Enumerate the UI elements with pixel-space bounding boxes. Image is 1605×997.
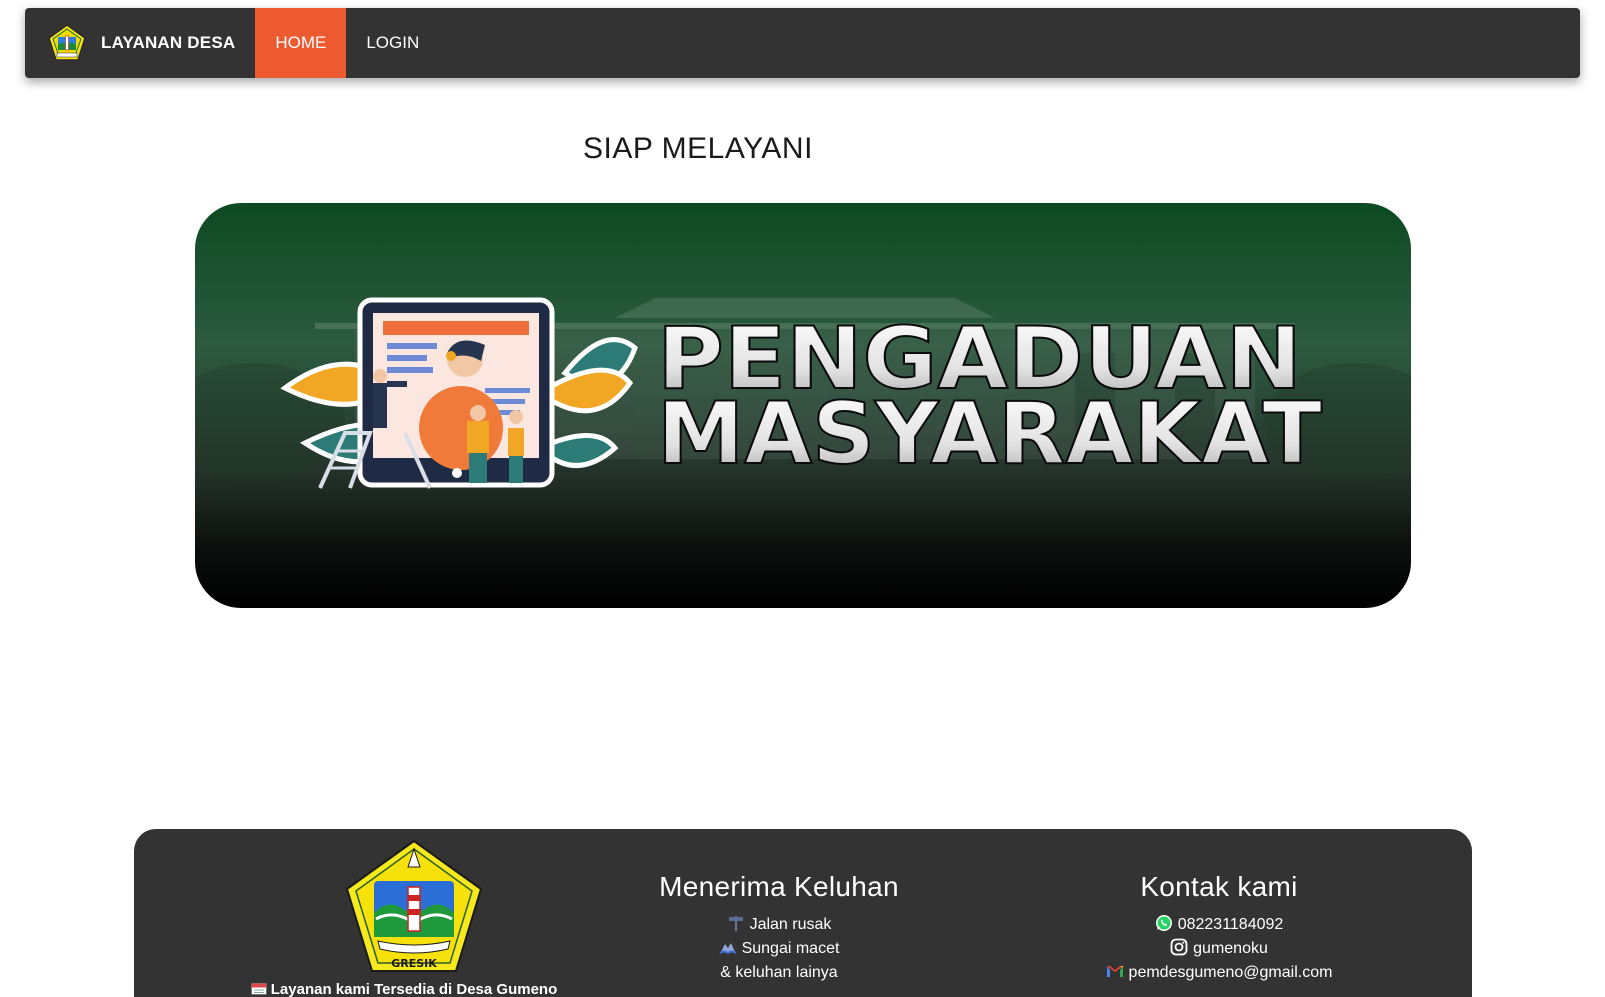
calendar-icon (250, 983, 267, 995)
road-sign-icon (728, 916, 743, 931)
keluhan-title: Menerima Keluhan (659, 871, 899, 902)
brand-title: LAYANAN DESA (101, 33, 236, 52)
brand-link[interactable]: LAYANAN DESA (25, 8, 255, 78)
keluhan-item-label: Sungai macet (741, 940, 840, 957)
page-heading: SIAP MELAYANI (583, 132, 813, 165)
keluhan-item-jalan: Jalan rusak (614, 913, 944, 937)
keluhan-item-sungai: Sungai macet (614, 937, 944, 961)
kontak-whatsapp[interactable]: 082231184092 (1034, 913, 1404, 937)
gmail-icon (1106, 966, 1123, 977)
instagram-icon (1170, 938, 1188, 956)
banner-illustration: PENGADUAN MASYARAKAT (195, 203, 1411, 608)
flood-icon (718, 943, 737, 955)
kontak-instagram[interactable]: gumenoku (1034, 937, 1404, 961)
keluhan-item-lainya: & keluhan lainya (614, 961, 944, 985)
keluhan-item-label: Jalan rusak (749, 916, 832, 933)
banner-line2: MASYARAKAT (657, 384, 1322, 484)
kontak-instagram-text: gumenoku (1193, 940, 1268, 957)
footer-logo-text: GRESIK (391, 957, 437, 970)
footer-tagline-text: Layanan kami Tersedia di Desa Gumeno (270, 981, 558, 997)
whatsapp-icon (1155, 915, 1172, 931)
nav-login-link[interactable]: LOGIN (346, 8, 439, 78)
tablet-graphic (357, 297, 555, 488)
kontak-email-text: pemdesgumeno@gmail.com (1128, 964, 1333, 981)
footer-tagline: Layanan kami Tersedia di Desa Gumeno (194, 981, 614, 997)
keluhan-item-label: & keluhan lainya (720, 964, 838, 981)
footer-keluhan-column: Menerima Keluhan Jalan rusak Sungai mace… (614, 829, 944, 985)
kontak-title: Kontak kami (1140, 871, 1298, 902)
hero-banner: PENGADUAN MASYARAKAT (195, 203, 1411, 608)
kontak-whatsapp-text: 082231184092 (1177, 916, 1284, 933)
navbar: LAYANAN DESA HOME LOGIN (25, 8, 1580, 78)
footer-kontak-column: Kontak kami 082231184092 gumenoku pemdes… (1034, 829, 1404, 985)
kontak-email[interactable]: pemdesgumeno@gmail.com (1034, 961, 1404, 985)
footer: GRESIK Layanan kami Tersedia di Desa Gum… (134, 829, 1472, 997)
gresik-emblem-large-icon: GRESIK (345, 839, 483, 972)
gresik-emblem-icon (48, 24, 86, 61)
nav-home-link[interactable]: HOME (255, 8, 347, 78)
